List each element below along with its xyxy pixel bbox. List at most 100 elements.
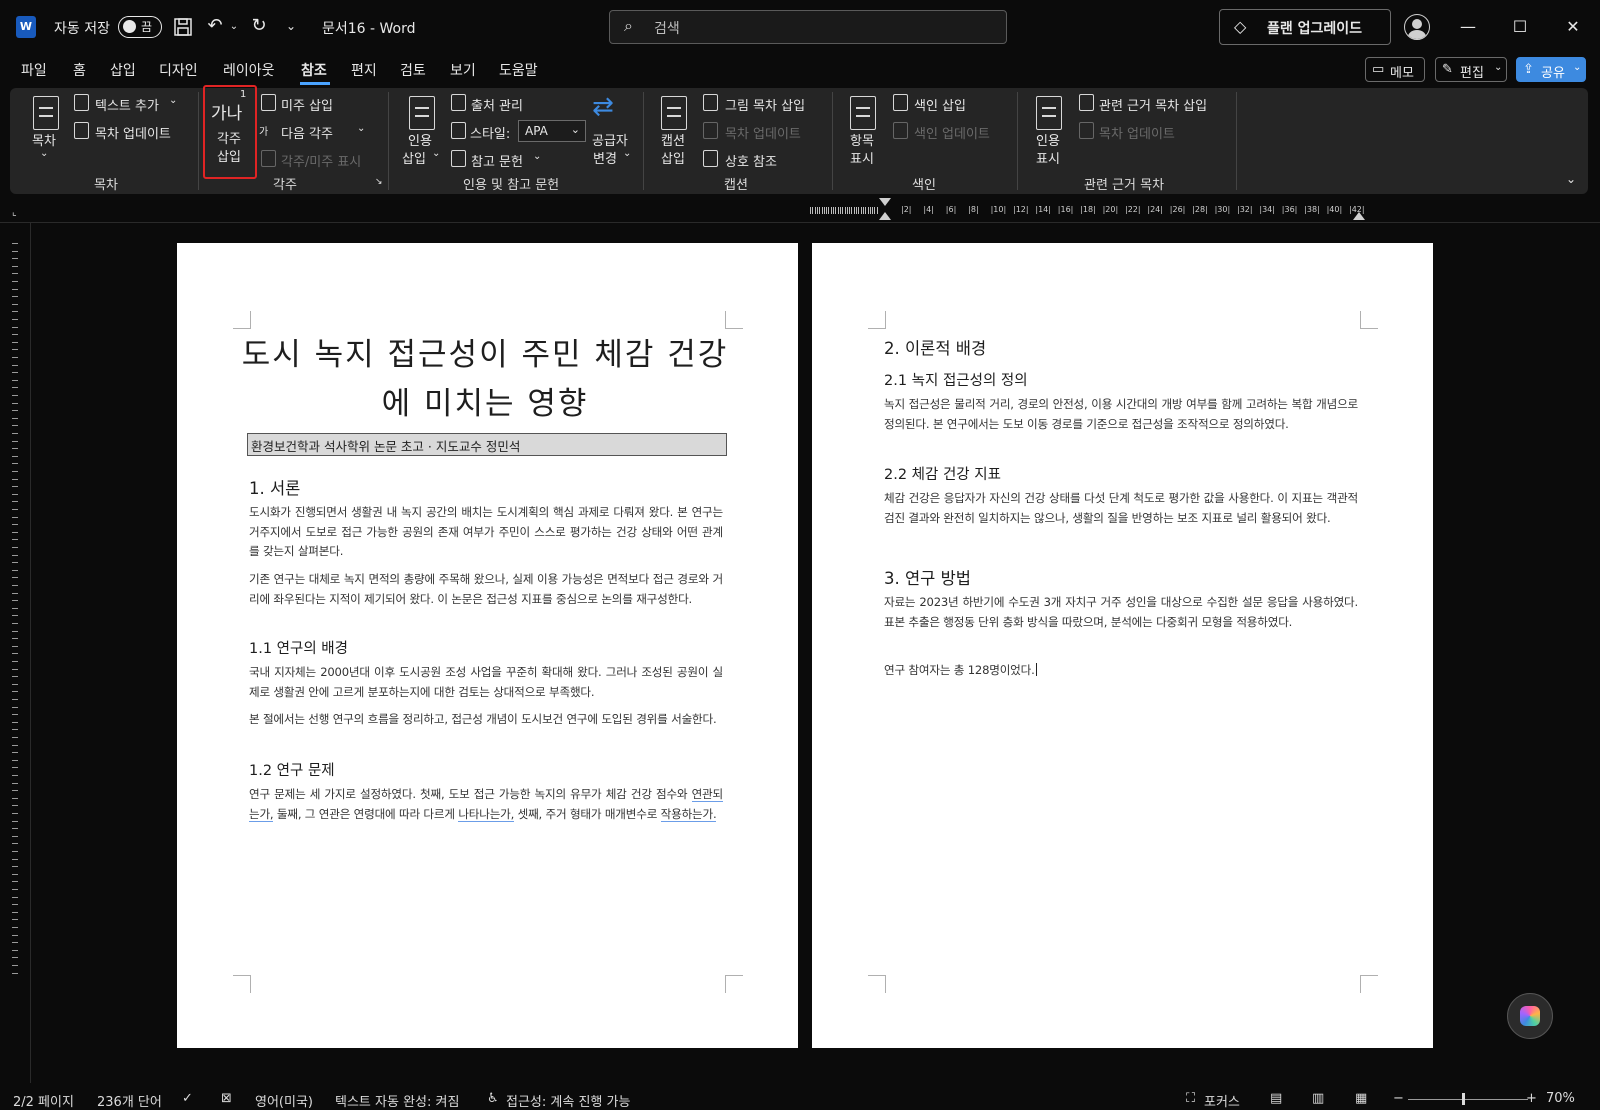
minimize-icon[interactable]: —	[1455, 14, 1481, 40]
close-icon[interactable]: ✕	[1560, 14, 1586, 40]
tab-references[interactable]: 참조	[301, 60, 327, 80]
mark-entry-label-2[interactable]: 표시	[850, 148, 874, 167]
tab-view[interactable]: 보기	[450, 60, 476, 80]
mark-citation-icon[interactable]	[1036, 96, 1062, 130]
insert-footnote-label-2[interactable]: 삽입	[217, 146, 241, 165]
autosave-toggle[interactable]: 끔	[118, 16, 162, 38]
switch-provider-label-2[interactable]: 변경	[593, 148, 617, 167]
print-layout-icon[interactable]: ▥	[1312, 1091, 1324, 1106]
insert-table-of-authorities-button[interactable]: 관련 근거 목차 삽입	[1099, 95, 1207, 114]
document-title-line-1[interactable]: 도시 녹지 접근성이 주민 체감 건강	[235, 331, 735, 379]
chevron-down-icon[interactable]: ⌄	[169, 95, 177, 106]
switch-provider-label-1[interactable]: 공급자	[592, 130, 628, 149]
insert-citation-label-1[interactable]: 인용	[408, 130, 432, 149]
comments-button[interactable]: ▭ 메모	[1365, 57, 1425, 82]
heading-method[interactable]: 3. 연구 방법	[884, 565, 971, 589]
search-box[interactable]: ⌕ 검색	[609, 10, 1007, 44]
insert-citation-label-2[interactable]: 삽입	[402, 148, 426, 167]
mark-entry-icon[interactable]	[850, 96, 876, 130]
zoom-in-icon[interactable]: +	[1526, 1091, 1537, 1106]
zoom-out-icon[interactable]: −	[1393, 1091, 1404, 1106]
paragraph[interactable]: 자료는 2023년 하반기에 수도권 3개 자치구 거주 성인을 대상으로 수집…	[884, 593, 1358, 632]
toc-button-label[interactable]: 목차	[32, 130, 56, 149]
manage-sources-button[interactable]: 출처 관리	[471, 95, 523, 114]
document-subtitle[interactable]: 환경보건학과 석사학위 논문 초고 · 지도교수 정민석	[247, 433, 727, 456]
cross-reference-button[interactable]: 상호 참조	[725, 151, 777, 170]
insert-endnote-button[interactable]: 미주 삽입	[281, 95, 333, 114]
mark-citation-label-2[interactable]: 표시	[1036, 148, 1060, 167]
chevron-down-icon[interactable]: ⌄	[623, 148, 631, 159]
heading-background[interactable]: 1.1 연구의 배경	[249, 637, 348, 658]
share-button[interactable]: ⇪ 공유 ⌄	[1516, 57, 1586, 82]
chevron-down-icon[interactable]: ⌄	[40, 148, 48, 159]
undo-icon[interactable]: ↶	[204, 16, 226, 36]
paragraph[interactable]: 본 절에서는 선행 연구의 흐름을 정리하고, 접근성 개념이 도시보건 연구에…	[249, 710, 723, 730]
document-page-2[interactable]: 2. 이론적 배경 2.1 녹지 접근성의 정의 녹지 접근성은 물리적 거리,…	[812, 243, 1433, 1048]
zoom-level[interactable]: 70%	[1546, 1091, 1575, 1106]
track-changes-icon[interactable]: ⊠	[221, 1091, 232, 1106]
heading-introduction[interactable]: 1. 서론	[249, 475, 300, 499]
save-icon[interactable]	[172, 17, 194, 42]
paragraph[interactable]: 기존 연구는 대체로 녹지 면적의 총량에 주목해 왔으나, 실제 이용 가능성…	[249, 570, 723, 609]
redo-icon[interactable]: ↻	[248, 16, 270, 36]
heading-research-questions[interactable]: 1.2 연구 문제	[249, 759, 335, 780]
maximize-icon[interactable]: ☐	[1507, 14, 1533, 40]
tab-home[interactable]: 홈	[73, 60, 86, 80]
heading-definition[interactable]: 2.1 녹지 접근성의 정의	[884, 369, 1028, 390]
accessibility-status[interactable]: 접근성: 계속 진행 가능	[506, 1091, 630, 1110]
left-indent-marker[interactable]	[879, 212, 891, 220]
tab-layout[interactable]: 레이아웃	[223, 60, 275, 80]
insert-index-button[interactable]: 색인 삽입	[914, 95, 966, 114]
update-toc-button[interactable]: 목차 업데이트	[95, 123, 171, 142]
document-title-line-2[interactable]: 에 미치는 영향	[235, 380, 735, 428]
insert-footnote-label-1[interactable]: 각주	[217, 128, 241, 147]
tab-file[interactable]: 파일	[21, 60, 47, 80]
paragraph[interactable]: 녹지 접근성은 물리적 거리, 경로의 안전성, 이용 시간대의 개방 여부를 …	[884, 395, 1358, 434]
grammar-suggestion[interactable]: 나타나는가,	[458, 806, 514, 822]
focus-mode-button[interactable]: 포커스	[1204, 1091, 1240, 1110]
next-footnote-button[interactable]: 다음 각주	[281, 123, 333, 142]
ribbon-collapse-icon[interactable]: ⌄	[1566, 172, 1576, 186]
proofing-icon[interactable]: ✓	[182, 1091, 193, 1106]
insert-citation-icon[interactable]	[409, 96, 435, 130]
bibliography-button[interactable]: 참고 문헌	[471, 151, 523, 170]
add-text-button[interactable]: 텍스트 추가	[95, 95, 159, 114]
document-page-1[interactable]: 도시 녹지 접근성이 주민 체감 건강 에 미치는 영향 환경보건학과 석사학위…	[177, 243, 798, 1048]
tab-mailings[interactable]: 편지	[351, 60, 377, 80]
dialog-launcher-icon[interactable]: ↘	[375, 177, 383, 187]
tab-selector-icon[interactable]: ⌞	[12, 207, 17, 218]
insert-caption-label-2[interactable]: 삽입	[661, 148, 685, 167]
focus-icon[interactable]: ⛶	[1186, 1091, 1195, 1106]
tab-help[interactable]: 도움말	[499, 60, 538, 80]
paragraph-last[interactable]: 연구 참여자는 총 128명이었다.	[884, 661, 1358, 681]
chevron-down-icon[interactable]: ⌄	[357, 123, 365, 134]
paragraph[interactable]: 도시화가 진행되면서 생활권 내 녹지 공간의 배치는 도시계획의 핵심 과제로…	[249, 503, 723, 562]
page-count[interactable]: 2/2 페이지	[13, 1091, 74, 1110]
insert-caption-icon[interactable]	[661, 96, 687, 130]
tab-insert[interactable]: 삽입	[110, 60, 136, 80]
heading-health-index[interactable]: 2.2 체감 건강 지표	[884, 463, 1001, 484]
upgrade-plan-button[interactable]: ◇ 플랜 업그레이드	[1219, 9, 1391, 45]
heading-theory[interactable]: 2. 이론적 배경	[884, 335, 986, 359]
editing-mode-button[interactable]: ✎ 편집 ⌄	[1435, 57, 1507, 82]
copilot-button[interactable]	[1507, 993, 1553, 1039]
zoom-slider-track[interactable]	[1408, 1099, 1528, 1100]
language-status[interactable]: 영어(미국)	[255, 1091, 313, 1110]
accessibility-icon[interactable]: ♿	[487, 1091, 499, 1106]
paragraph-research-questions[interactable]: 연구 문제는 세 가지로 설정하였다. 첫째, 도보 접근 가능한 녹지의 유무…	[249, 785, 723, 824]
word-count[interactable]: 236개 단어	[97, 1091, 162, 1110]
grammar-suggestion[interactable]: 작용하는가.	[660, 806, 717, 822]
autocomplete-status[interactable]: 텍스트 자동 완성: 켜짐	[335, 1091, 459, 1110]
paragraph[interactable]: 국내 지자체는 2000년대 이후 도시공원 조성 사업을 꾸준히 확대해 왔다…	[249, 663, 723, 702]
web-layout-icon[interactable]: ▦	[1355, 1091, 1367, 1106]
zoom-slider-thumb[interactable]	[1462, 1093, 1465, 1105]
customize-qat-icon[interactable]: ⌄	[284, 16, 298, 36]
chevron-down-icon[interactable]: ⌄	[533, 151, 541, 162]
insert-caption-label-1[interactable]: 캡션	[661, 130, 685, 149]
mark-citation-label-1[interactable]: 인용	[1036, 130, 1060, 149]
account-avatar[interactable]	[1404, 14, 1430, 40]
tab-review[interactable]: 검토	[400, 60, 426, 80]
mark-entry-label-1[interactable]: 항목	[850, 130, 874, 149]
switch-provider-icon[interactable]: ⇄	[592, 92, 614, 122]
footnote-icon[interactable]: 가나	[211, 99, 242, 124]
